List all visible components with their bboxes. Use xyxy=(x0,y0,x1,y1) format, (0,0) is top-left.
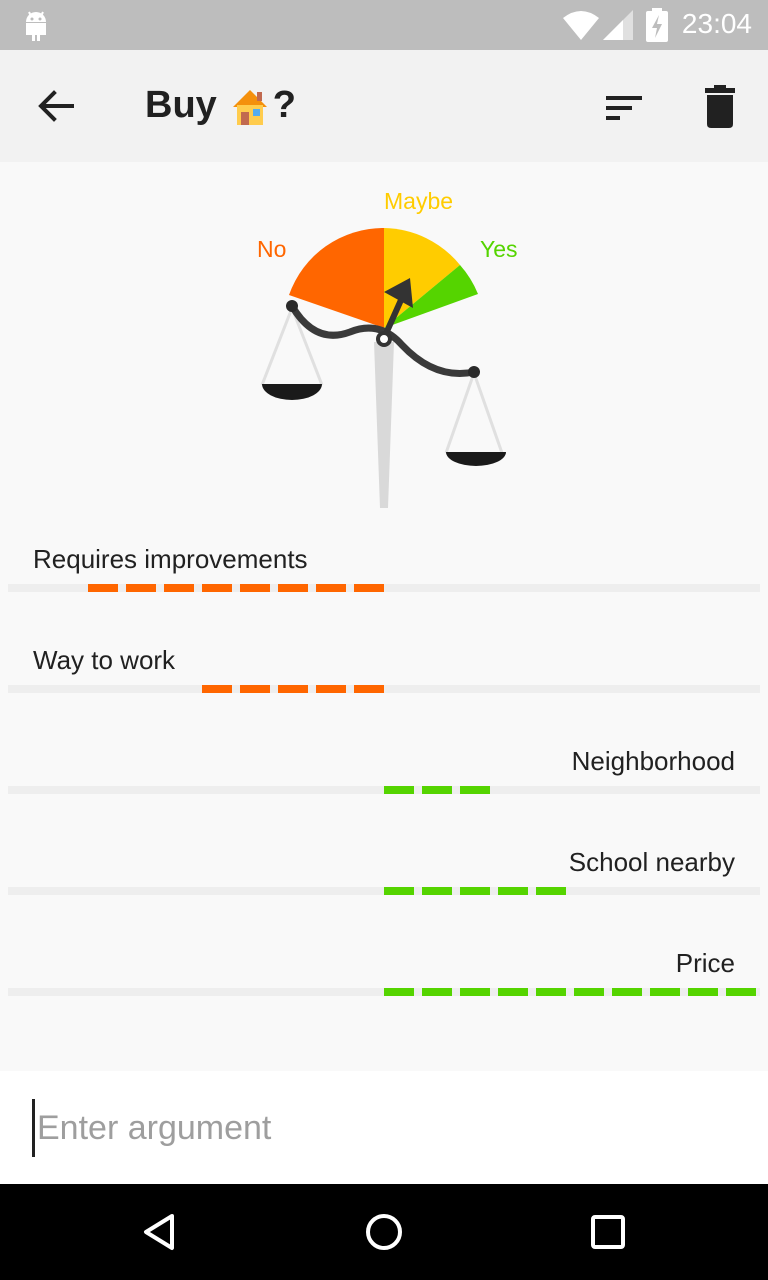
nav-home-icon[interactable] xyxy=(360,1208,408,1256)
argument-input[interactable] xyxy=(32,1099,739,1157)
argument-weight-bar[interactable] xyxy=(384,988,756,996)
wifi-icon xyxy=(563,11,599,40)
title-prefix: Buy xyxy=(145,84,217,126)
argument-row[interactable]: Requires improvements xyxy=(0,530,768,631)
verdict-label-yes: Yes xyxy=(480,236,518,262)
back-arrow-icon[interactable] xyxy=(28,78,84,134)
right-pan xyxy=(446,452,506,466)
argument-weight-bar[interactable] xyxy=(384,887,566,895)
argument-weight-bar[interactable] xyxy=(384,786,490,794)
argument-weight-bar[interactable] xyxy=(88,584,384,592)
argument-label: Way to work xyxy=(33,645,176,675)
argument-label: School nearby xyxy=(568,847,735,877)
nav-back-icon[interactable] xyxy=(136,1208,184,1256)
argument-row[interactable]: Way to work xyxy=(0,631,768,732)
gauge-no-sector xyxy=(289,227,384,328)
argument-input-area xyxy=(0,1071,768,1184)
navigation-bar xyxy=(0,1184,768,1280)
android-icon xyxy=(26,11,46,41)
argument-label: Requires improvements xyxy=(33,544,308,574)
argument-row[interactable]: Price xyxy=(0,934,768,1035)
scale-gauge xyxy=(260,227,506,508)
verdict-label-maybe: Maybe xyxy=(384,188,454,214)
left-pan xyxy=(262,384,322,400)
status-time: 23:04 xyxy=(681,8,752,39)
scale-stand xyxy=(374,342,394,508)
argument-weight-bar[interactable] xyxy=(202,685,384,693)
argument-track xyxy=(8,685,760,693)
page-title: Buy ? xyxy=(145,84,296,127)
status-bar: 23:04 xyxy=(0,0,768,50)
argument-label: Neighborhood xyxy=(571,746,735,776)
trash-icon[interactable] xyxy=(692,80,748,136)
nav-recents-icon[interactable] xyxy=(584,1208,632,1256)
sort-icon[interactable] xyxy=(596,80,652,136)
title-suffix: ? xyxy=(272,84,297,126)
verdict-label-no: No xyxy=(257,236,287,262)
battery-charging-icon xyxy=(646,8,668,42)
argument-label: Price xyxy=(675,948,735,978)
argument-row[interactable]: Neighborhood xyxy=(0,732,768,833)
signal-icon xyxy=(603,10,633,40)
house-icon xyxy=(232,89,267,125)
argument-row[interactable]: School nearby xyxy=(0,833,768,934)
app-bar: Buy ? xyxy=(0,50,768,162)
